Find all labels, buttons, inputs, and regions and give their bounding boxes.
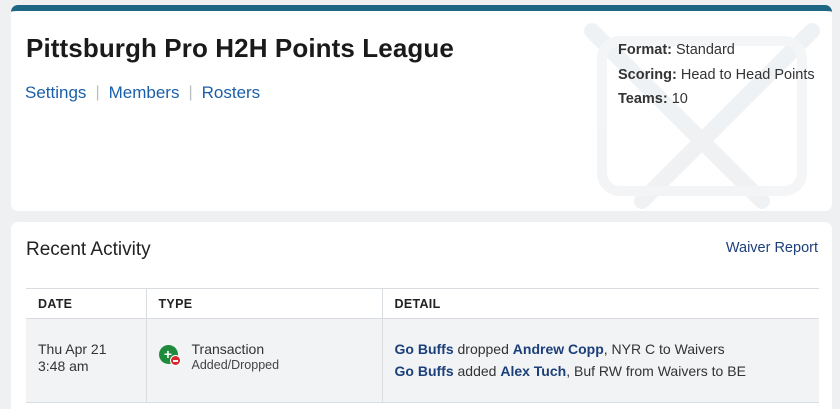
type-column-header: TYPE (145, 288, 383, 319)
teams-label: Teams: (618, 91, 668, 107)
detail-cell: Go Buffs dropped Andrew Copp, NYR C to W… (382, 318, 820, 403)
detail-column-header: DETAIL (382, 288, 819, 319)
scoring-label: Scoring: (618, 66, 677, 83)
recent-activity-title: Recent Activity (26, 239, 151, 260)
team-link[interactable]: Go Buffs (395, 341, 454, 357)
teams-info: Teams: 10 (618, 87, 815, 112)
settings-link[interactable]: Settings (25, 83, 86, 103)
detail-line-add: Go Buffs added Alex Tuch, Buf RW from Wa… (395, 360, 820, 382)
scoring-value: Head to Head Points (680, 66, 815, 83)
format-label: Format: (618, 42, 672, 58)
date-cell: Thu Apr 21 3:48 am (26, 318, 146, 403)
transaction-subtype: Added/Dropped (191, 358, 280, 372)
teams-value: 10 (671, 91, 688, 107)
nav-separator: | (188, 84, 193, 101)
activity-time: 3:48 am (38, 358, 89, 374)
recent-activity-card: Recent Activity Waiver Report DATE TYPE … (11, 222, 832, 409)
detail-action: dropped (453, 341, 513, 357)
rosters-link[interactable]: Rosters (202, 83, 261, 103)
detail-info: , Buf RW from Waivers to BE (566, 363, 746, 379)
table-row: Thu Apr 21 3:48 am + Transaction Added/D… (26, 318, 820, 403)
team-link[interactable]: Go Buffs (395, 363, 454, 379)
player-link[interactable]: Alex Tuch (500, 363, 566, 379)
waiver-report-link[interactable]: Waiver Report (726, 240, 818, 256)
nav-separator: | (95, 84, 100, 101)
activity-date: Thu Apr 21 (38, 341, 107, 357)
type-cell: + Transaction Added/Dropped (145, 318, 383, 403)
scoring-info: Scoring: Head to Head Points (618, 63, 815, 88)
detail-line-drop: Go Buffs dropped Andrew Copp, NYR C to W… (395, 338, 820, 360)
format-value: Standard (676, 42, 735, 58)
format-info: Format: Standard (618, 38, 815, 63)
league-nav: Settings | Members | Rosters (25, 83, 260, 103)
date-column-header: DATE (26, 288, 146, 319)
league-title: Pittsburgh Pro H2H Points League (26, 33, 454, 63)
league-header-card: Pittsburgh Pro H2H Points League Setting… (11, 5, 832, 211)
add-drop-icon: + (158, 345, 181, 367)
table-header-row: DATE TYPE DETAIL (26, 288, 819, 319)
members-link[interactable]: Members (109, 83, 180, 103)
transaction-type: Transaction (191, 341, 265, 357)
detail-info: , NYR C to Waivers (603, 341, 725, 357)
activity-table: DATE TYPE DETAIL Thu Apr 21 3:48 am + Tr… (26, 288, 819, 403)
league-info: Format: Standard Scoring: Head to Head P… (618, 38, 815, 112)
detail-action: added (453, 363, 501, 379)
player-link[interactable]: Andrew Copp (513, 341, 604, 357)
